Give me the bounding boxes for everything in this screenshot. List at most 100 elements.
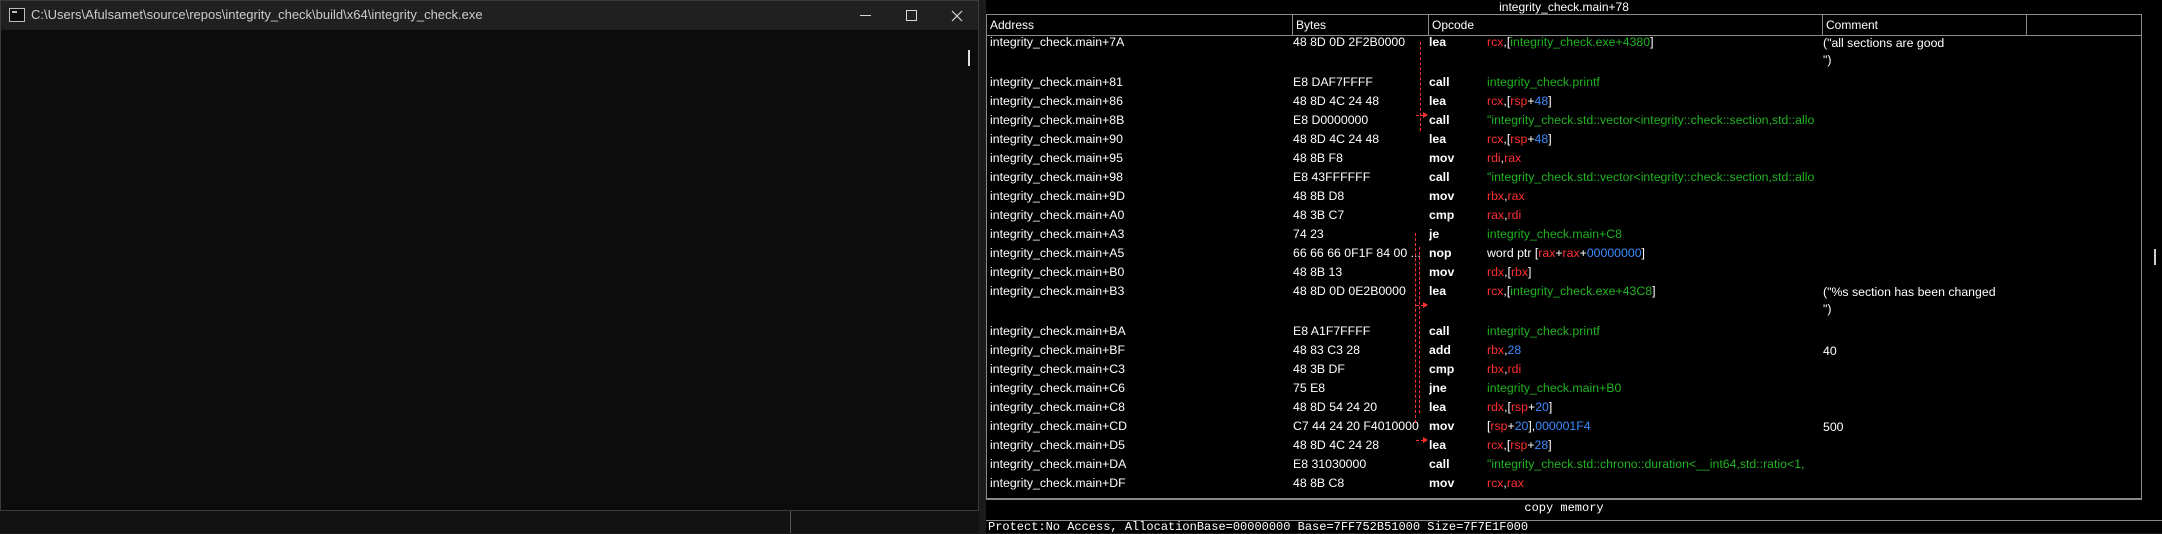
address-cell: integrity_check.main+BA	[990, 324, 1126, 338]
address-cell: integrity_check.main+A5	[990, 246, 1125, 260]
address-cell: integrity_check.main+A0	[990, 208, 1125, 222]
address-cell: integrity_check.main+9D	[990, 189, 1125, 203]
address-cell: integrity_check.main+8B	[990, 113, 1125, 127]
operand-token: rdi	[1487, 151, 1501, 165]
mnemonic-cell: lea	[1429, 438, 1447, 452]
mnemonic-cell: call	[1429, 170, 1450, 184]
console-bottom-strip	[0, 511, 979, 533]
operand-cell: rdx,[rbx]	[1487, 265, 1819, 280]
operand-token: rbx	[1487, 362, 1505, 376]
column-header-opcode[interactable]: Opcode	[1429, 15, 1823, 35]
operand-token: ]	[1652, 284, 1656, 298]
operand-cell: rbx,rax	[1487, 189, 1819, 204]
jump-arrow	[1415, 233, 1416, 423]
column-header-bytes[interactable]: Bytes	[1293, 15, 1429, 35]
operand-cell: rcx,rax	[1487, 476, 1819, 491]
operand-token: ,[	[1504, 400, 1511, 414]
operand-token: rbx	[1510, 265, 1529, 279]
bytes-cell: 48 3B DF	[1293, 362, 1345, 376]
operand-token: ]	[1548, 400, 1553, 414]
operand-token: rdx	[1487, 265, 1505, 279]
operand-token: ]	[1548, 94, 1552, 108]
operand-token: rcx	[1487, 438, 1504, 452]
operand-token: +	[1507, 419, 1515, 433]
operand-token: +	[1527, 438, 1535, 452]
console-window[interactable]: C:\Users\Afulsamet\source\repos\integrit…	[0, 0, 979, 511]
console-app-icon	[9, 8, 25, 22]
splitter[interactable]	[790, 511, 791, 533]
operand-token: rcx	[1487, 35, 1504, 49]
address-cell: integrity_check.main+B3	[990, 284, 1125, 298]
address-cell: integrity_check.main+C6	[990, 381, 1125, 395]
operand-cell: [rsp+20],000001F4	[1487, 419, 1819, 434]
operand-cell: rcx,[integrity_check.exe+43C8]	[1487, 284, 1819, 299]
bytes-cell: 74 23	[1293, 227, 1324, 241]
disassembly-scrollbar-thumb[interactable]	[2154, 249, 2156, 265]
operand-token: rax	[1504, 151, 1522, 165]
bytes-cell: E8 A1F7FFFF	[1293, 324, 1371, 338]
operand-token: rsp	[1510, 438, 1528, 452]
bytes-cell: E8 D0000000	[1293, 113, 1369, 127]
minimize-button[interactable]	[842, 1, 888, 30]
disassembler-title: integrity_check.main+78	[1499, 0, 1629, 14]
operand-token: 000001F4	[1535, 419, 1591, 433]
operand-token: rdi	[1507, 362, 1522, 376]
address-cell: integrity_check.main+7A	[990, 35, 1125, 49]
operand-token: "integrity_check.std::vector<integrity::…	[1487, 113, 1815, 127]
address-cell: integrity_check.main+86	[990, 94, 1123, 108]
operand-token: 28	[1534, 438, 1549, 452]
address-cell: integrity_check.main+D5	[990, 438, 1125, 452]
operand-token: ,[	[1504, 265, 1511, 279]
operand-token: rax	[1507, 189, 1525, 203]
operand-token: ]	[1528, 265, 1532, 279]
mnemonic-cell: mov	[1429, 189, 1455, 203]
address-cell: integrity_check.main+C3	[990, 362, 1125, 376]
address-cell: integrity_check.main+98	[990, 170, 1123, 184]
operand-token: +	[1527, 132, 1535, 146]
console-scrollbar-thumb[interactable]	[968, 50, 970, 66]
operand-token: ]	[1548, 438, 1552, 452]
operand-token: ]	[1641, 246, 1645, 260]
column-header-comment[interactable]: Comment	[1823, 15, 2027, 35]
address-cell: integrity_check.main+A3	[990, 227, 1125, 241]
column-header-address[interactable]: Address	[987, 15, 1293, 35]
mnemonic-cell: mov	[1429, 419, 1455, 433]
jump-arrow	[1420, 42, 1421, 131]
bytes-cell: E8 43FFFFFF	[1293, 170, 1371, 184]
address-cell: integrity_check.main+DA	[990, 457, 1127, 471]
operand-cell: rcx,[rsp+28]	[1487, 438, 1819, 453]
bytes-cell: 48 8D 4C 24 48	[1293, 132, 1380, 146]
mnemonic-cell: cmp	[1429, 208, 1455, 222]
mnemonic-cell: mov	[1429, 151, 1455, 165]
bytes-cell: 75 E8	[1293, 381, 1326, 395]
operand-token: 28	[1507, 343, 1522, 357]
operand-cell: rbx,28	[1487, 343, 1819, 358]
mnemonic-cell: call	[1429, 324, 1450, 338]
mnemonic-cell: mov	[1429, 476, 1455, 490]
maximize-button[interactable]	[888, 1, 934, 30]
operand-token: rsp	[1510, 94, 1528, 108]
operand-cell: "integrity_check.std::vector<integrity::…	[1487, 170, 1819, 185]
bytes-cell: 48 3B C7	[1293, 208, 1345, 222]
operand-token: integrity_check.printf	[1487, 75, 1600, 89]
operand-cell: "integrity_check.std::vector<integrity::…	[1487, 113, 1819, 128]
operand-token: rcx	[1487, 132, 1504, 146]
operand-token: integrity_check.exe+43C8	[1510, 284, 1653, 298]
disassembly-table[interactable]: Address Bytes Opcode Comment integrity_c…	[986, 14, 2142, 499]
mnemonic-cell: mov	[1429, 265, 1455, 279]
close-button[interactable]	[934, 1, 980, 30]
operand-token: 48	[1534, 132, 1549, 146]
copy-memory-button[interactable]: copy memory	[986, 499, 2142, 516]
operand-token: rsp	[1510, 132, 1528, 146]
column-header-empty	[2027, 15, 2141, 35]
operand-token: rcx	[1487, 94, 1504, 108]
address-cell: integrity_check.main+81	[990, 75, 1123, 89]
operand-cell: integrity_check.main+C8	[1487, 227, 1819, 242]
operand-token: ]	[1548, 132, 1552, 146]
operand-token: integrity_check.printf	[1487, 324, 1600, 338]
console-titlebar[interactable]: C:\Users\Afulsamet\source\repos\integrit…	[1, 1, 978, 30]
operand-token: integrity_check.main+B0	[1487, 381, 1622, 395]
mnemonic-cell: call	[1429, 457, 1450, 471]
operand-token: rax	[1562, 246, 1580, 260]
operand-token: word ptr [	[1487, 246, 1539, 260]
